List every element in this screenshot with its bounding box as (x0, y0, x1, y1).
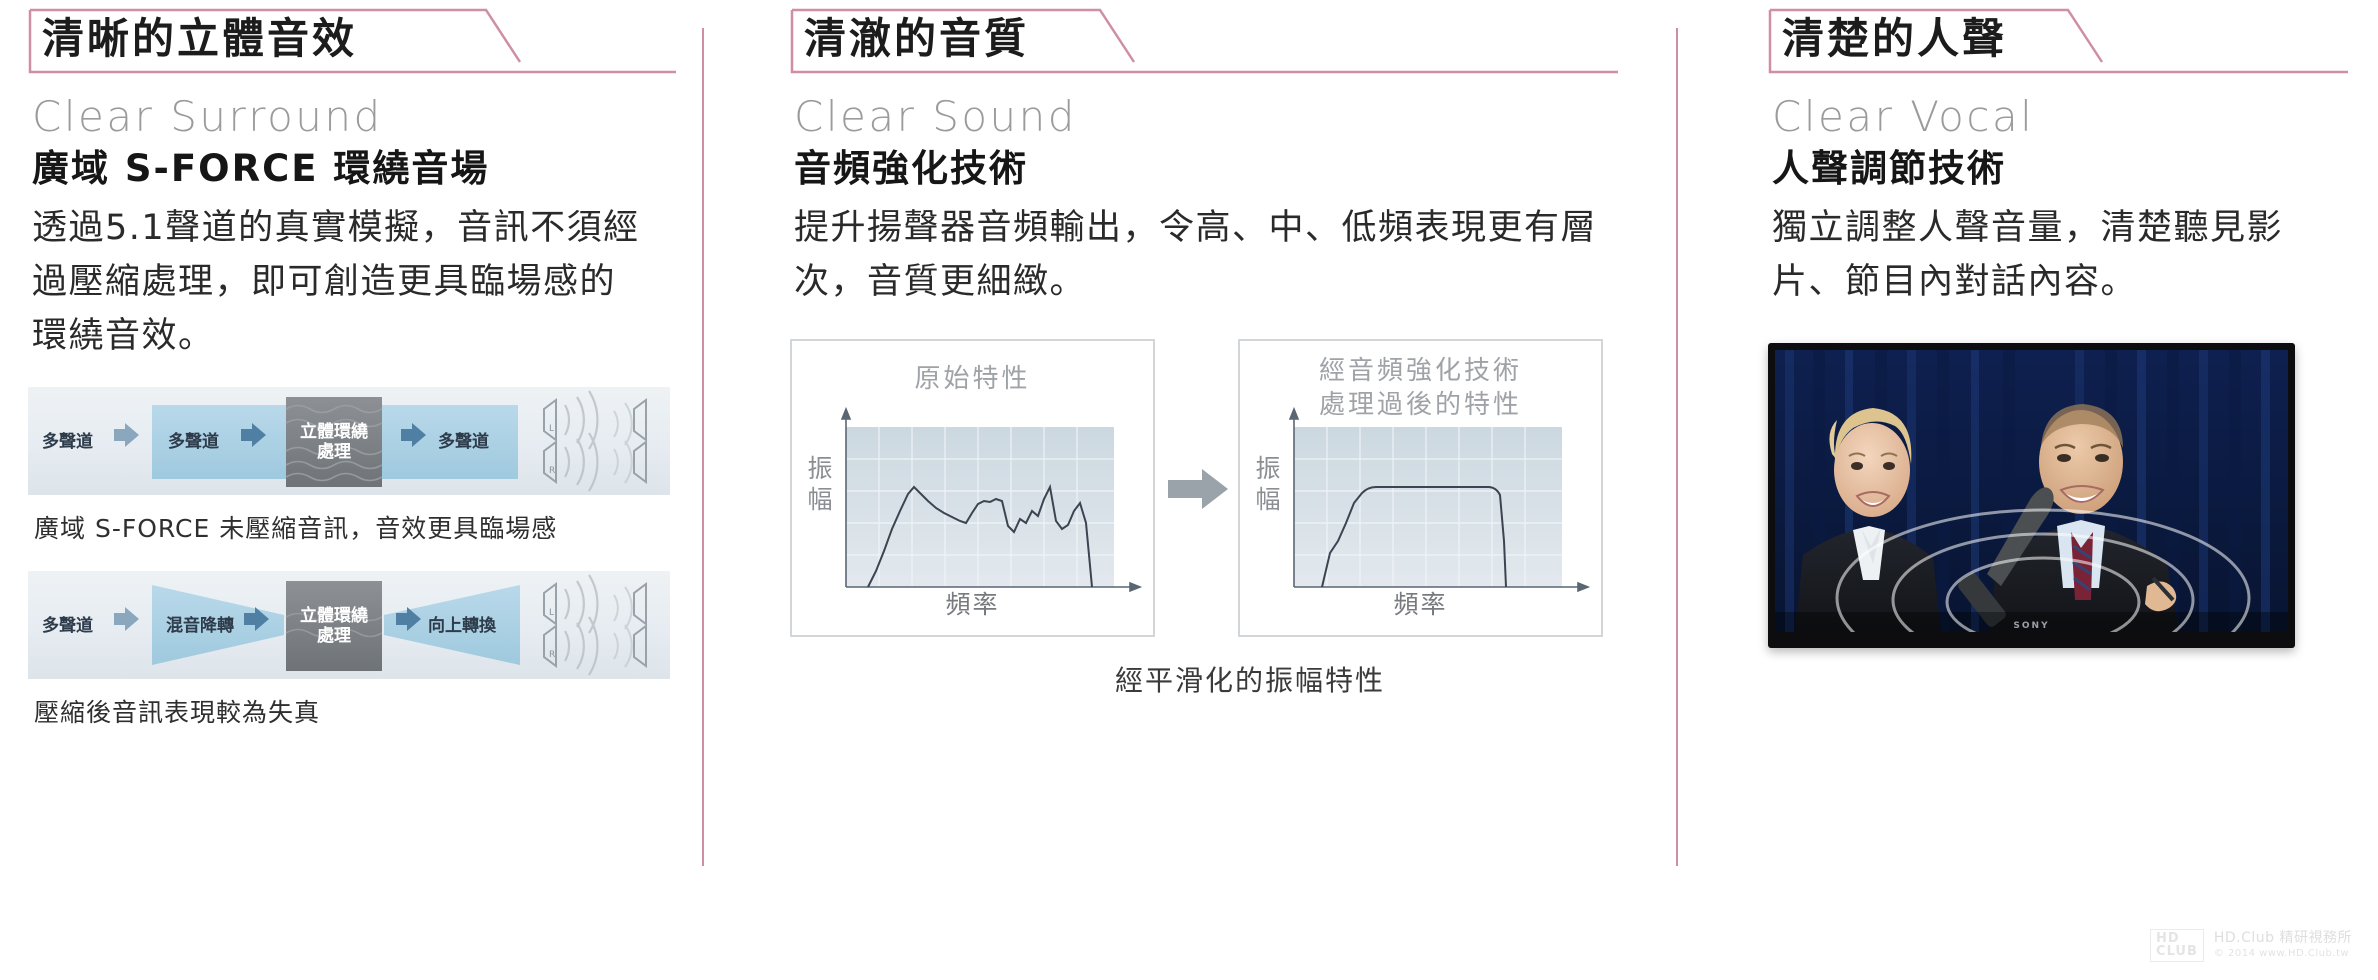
tv-brand-logo: SONY (2013, 621, 2050, 632)
header-banner-clear-surround: 清晰的立體音效 (28, 0, 688, 80)
tv-photo-container: SONY (1768, 343, 2328, 673)
english-title: Clear Sound (794, 92, 1077, 141)
diagram-caption-2: 壓縮後音訊表現較為失真 (34, 698, 321, 728)
column-divider-2 (1676, 28, 1678, 866)
watermark-text-line1: HD.Club 精研視務所 (2213, 930, 2352, 947)
feature-sheet-page: 清晰的立體音效 Clear Surround 廣域 S-FORCE 環繞音場 透… (0, 0, 2378, 980)
english-title: Clear Surround (32, 92, 383, 141)
charts-container: 原始特性 振幅 頻率 經音頻強化技術 處理過後的特性 振幅 頻率 (790, 339, 1610, 639)
flow-stage-label-4: 多聲道 (438, 432, 489, 453)
chart-y-axis-label: 振幅 (1255, 454, 1281, 515)
column-clear-sound: 清澈的音質 Clear Sound 音頻強化技術 提升揚聲器音頻輸出，令高、中、… (790, 0, 1630, 980)
flow-canvas: L R 多聲道 混音降轉 立體環繞 處理 向上轉換 (28, 571, 670, 680)
chart-panel-enhanced: 經音頻強化技術 處理過後的特性 振幅 頻率 (1238, 339, 1603, 638)
watermark-text: HD.Club 精研視務所 © 2014 www.HD.Club.tw (2214, 930, 2352, 960)
flow-stage-label-3-line1: 立體環繞 (300, 606, 368, 627)
diagram-caption-1: 廣域 S-FORCE 未壓縮音訊，音效更具臨場感 (34, 514, 558, 544)
flow-stage-label-2: 混音降轉 (166, 616, 234, 637)
flow-stage-label-2: 多聲道 (168, 432, 219, 453)
flow-stage-label-1: 多聲道 (42, 432, 93, 453)
flow-canvas: L R 多聲道 多聲道 立體環繞 處理 多聲道 (28, 387, 670, 496)
charts-caption: 經平滑化的振幅特性 (790, 659, 1610, 699)
svg-text:R: R (549, 650, 555, 660)
news-anchors-image (1775, 350, 2288, 633)
page-title: 清晰的立體音效 (42, 14, 358, 63)
flow-stage-label-3-line2: 處理 (317, 626, 351, 647)
feature-body-text: 獨立調整人聲音量，清楚聽見影片、節目內對話內容。 (1772, 207, 2284, 302)
diagram-compressed-flow: L R 多聲道 混音降轉 立體環繞 處理 向上轉換 壓縮後音訊表現較為失真 (28, 571, 688, 729)
header-banner-clear-vocal: 清楚的人聲 (1768, 0, 2358, 80)
feature-subtitle: 音頻強化技術 (794, 147, 1028, 191)
flow-stage-label-3-line2: 處理 (317, 442, 351, 463)
flow-stage-label-3-line1: 立體環繞 (300, 422, 368, 443)
diagram-uncompressed-flow: L R 多聲道 多聲道 立體環繞 處理 多聲道 廣域 S-FORCE 未壓縮音訊… (28, 387, 688, 545)
chart-panel-original: 原始特性 振幅 頻率 (790, 339, 1155, 638)
svg-text:L: L (549, 424, 554, 434)
watermark-logo-icon: HD CLUB (2150, 928, 2204, 962)
charts-caption-text: 經平滑化的振幅特性 (1114, 664, 1385, 698)
header-banner-clear-sound: 清澈的音質 (790, 0, 1630, 80)
feature-body-text: 透過5.1聲道的真實模擬，音訊不須經過壓縮處理，即可創造更具臨場感的環繞音效。 (32, 207, 640, 357)
chart-x-axis-label: 頻率 (1393, 590, 1448, 620)
watermark-logo-line2: CLUB (2156, 944, 2198, 960)
column-divider-1 (702, 28, 704, 866)
flow-stage-label-1: 多聲道 (42, 616, 93, 637)
column-clear-vocal: 清楚的人聲 Clear Vocal 人聲調節技術 獨立調整人聲音量，清楚聽見影片… (1768, 0, 2358, 980)
feature-subtitle: 人聲調節技術 (1772, 147, 2006, 191)
flow-stage-label-4: 向上轉換 (428, 616, 496, 637)
svg-text:R: R (549, 466, 555, 476)
feature-subtitle: 廣域 S-FORCE 環繞音場 (32, 147, 490, 191)
tv-bezel: SONY (1768, 343, 2295, 649)
feature-body-text: 提升揚聲器音頻輸出，令高、中、低頻表現更有層次，音質更細緻。 (794, 207, 1598, 302)
tv-screen: SONY (1775, 350, 2288, 633)
page-title: 清澈的音質 (804, 14, 1030, 63)
chart-y-axis-label: 振幅 (807, 454, 833, 515)
chart-x-axis-label: 頻率 (945, 590, 1000, 620)
column-clear-surround: 清晰的立體音效 Clear Surround 廣域 S-FORCE 環繞音場 透… (28, 0, 688, 980)
svg-text:L: L (549, 608, 554, 618)
watermark: HD CLUB HD.Club 精研視務所 © 2014 www.HD.Club… (2150, 928, 2352, 962)
watermark-text-line2: © 2014 www.HD.Club.tw (2213, 947, 2350, 959)
right-arrow-icon (1168, 469, 1228, 510)
watermark-logo-line1: HD (2156, 930, 2180, 946)
english-title: Clear Vocal (1772, 92, 2035, 141)
three-column-layout: 清晰的立體音效 Clear Surround 廣域 S-FORCE 環繞音場 透… (0, 0, 2378, 980)
page-title: 清楚的人聲 (1782, 14, 2008, 63)
